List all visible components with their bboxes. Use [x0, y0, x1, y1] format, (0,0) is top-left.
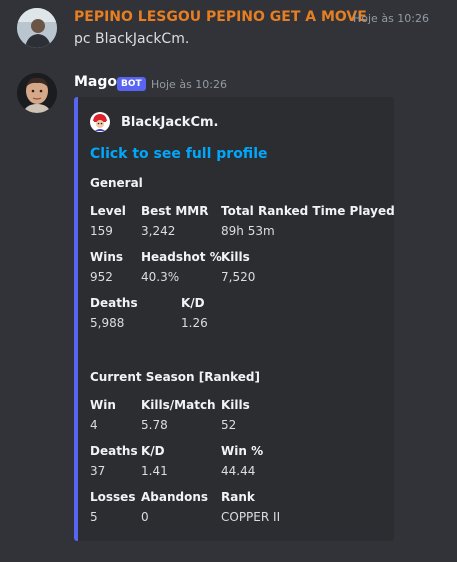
field-value: 1.41 — [141, 464, 168, 478]
field-name: Deaths — [90, 444, 138, 458]
field-name: Win — [90, 398, 116, 412]
bot-message-timestamp: Hoje às 10:26 — [151, 78, 227, 91]
field-name: Rank — [221, 490, 255, 504]
section-title-general: General — [90, 176, 143, 190]
field-value: 0 — [141, 510, 149, 524]
field-name: Total Ranked Time Played — [221, 204, 395, 218]
user-avatar[interactable] — [17, 8, 57, 48]
field-value: 4 — [90, 418, 98, 432]
bot-author-name[interactable]: Mago — [74, 74, 117, 90]
field-name: Deaths — [90, 296, 138, 310]
field-name: Kills/Match — [141, 398, 216, 412]
message-content: pc BlackJackCm. — [74, 31, 190, 47]
field-name: Kills — [221, 398, 250, 412]
field-name: Kills — [221, 250, 250, 264]
field-name: Abandons — [141, 490, 209, 504]
field-value: 37 — [90, 464, 106, 478]
bot-avatar-image — [17, 73, 57, 113]
section-title-current-season: Current Season [Ranked] — [90, 370, 261, 384]
user-avatar-image — [17, 8, 57, 48]
field-name: K/D — [181, 296, 205, 310]
field-value: 52 — [221, 418, 237, 432]
field-value: 1.26 — [181, 316, 208, 330]
field-name: Best MMR — [141, 204, 209, 218]
field-name: Wins — [90, 250, 124, 264]
field-value: COPPER II — [221, 510, 281, 524]
field-value: 952 — [90, 270, 113, 284]
message-author-name[interactable]: PEPINO LESGOU PEPINO GET A MOVE — [74, 9, 367, 25]
field-value: 3,242 — [141, 224, 176, 238]
field-value: 44.44 — [221, 464, 256, 478]
field-value: 40.3% — [141, 270, 180, 284]
bot-avatar[interactable] — [17, 73, 57, 113]
field-name: Level — [90, 204, 126, 218]
embed-title-link[interactable]: Click to see full profile — [90, 146, 267, 162]
field-name: Losses — [90, 490, 136, 504]
field-name: K/D — [141, 444, 165, 458]
profile-embed: BlackJackCm. Click to see full profile G… — [74, 97, 395, 541]
field-value: 89h 53m — [221, 224, 275, 238]
field-value: 5,988 — [90, 316, 125, 330]
field-value: 5 — [90, 510, 98, 524]
field-value: 5.78 — [141, 418, 168, 432]
embed-author-icon — [90, 112, 110, 132]
embed-author-name[interactable]: BlackJackCm. — [121, 115, 218, 130]
message-timestamp: Hoje às 10:26 — [353, 12, 429, 25]
field-name: Win % — [221, 444, 264, 458]
field-name: Headshot % — [141, 250, 222, 264]
field-value: 159 — [90, 224, 113, 238]
field-value: 7,520 — [221, 270, 256, 284]
bot-tag: BOT — [117, 77, 146, 91]
